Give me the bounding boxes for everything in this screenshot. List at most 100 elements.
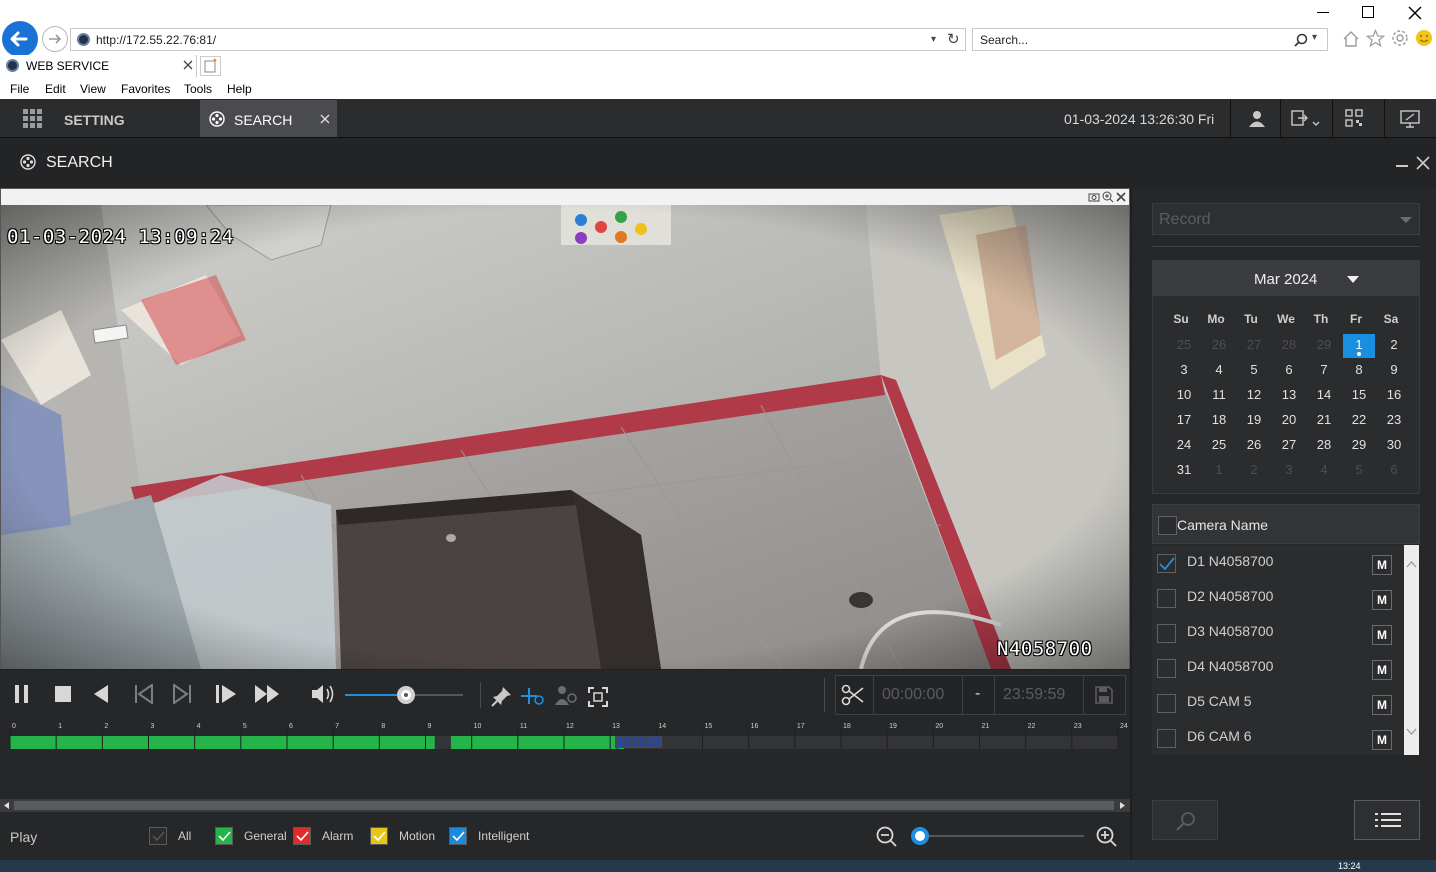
play-backward-icon[interactable] (91, 684, 111, 704)
chevron-down-icon[interactable] (1406, 728, 1417, 735)
menu-help[interactable]: Help (227, 82, 252, 96)
camera-checkbox[interactable] (1157, 624, 1176, 643)
save-icon[interactable] (1094, 685, 1114, 705)
legend-alarm-checkbox[interactable] (293, 827, 311, 845)
next-frame-icon[interactable] (171, 684, 193, 704)
fast-forward-icon[interactable] (254, 684, 282, 704)
stop-icon[interactable] (53, 684, 73, 704)
calendar-day[interactable]: 14 (1308, 384, 1340, 408)
calendar-day[interactable]: 10 (1168, 384, 1200, 408)
address-dropdown-icon[interactable]: ▾ (931, 34, 936, 45)
calendar-day[interactable]: 24 (1168, 434, 1200, 458)
clip-end-field[interactable]: 23:59:59 (994, 675, 1084, 715)
calendar-day[interactable]: 25 (1168, 334, 1200, 358)
camera-row[interactable]: D3 N4058700 M (1152, 615, 1404, 650)
camera-list-scrollbar[interactable] (1404, 545, 1419, 755)
close-video-icon[interactable] (1116, 192, 1126, 202)
calendar-day[interactable]: 8 (1343, 359, 1375, 383)
calendar-day[interactable]: 18 (1203, 409, 1235, 433)
select-all-checkbox[interactable] (1158, 516, 1177, 535)
calendar-header[interactable]: Mar 2024 (1153, 261, 1419, 296)
pin-icon[interactable] (491, 685, 513, 707)
prev-frame-icon[interactable] (133, 684, 155, 704)
home-icon[interactable] (1342, 30, 1360, 48)
calendar-day[interactable]: 3 (1168, 359, 1200, 383)
smart-search-button[interactable] (1152, 800, 1218, 840)
search-dropdown-icon[interactable]: ▾ (1312, 32, 1317, 43)
scissors-icon[interactable] (841, 684, 865, 706)
search-icon[interactable] (1293, 32, 1309, 48)
calendar-day[interactable]: 1 (1203, 459, 1235, 483)
menu-view[interactable]: View (80, 82, 106, 96)
camera-row[interactable]: D2 N4058700 M (1152, 580, 1404, 615)
snapshot-icon[interactable] (1088, 191, 1100, 203)
stream-mode-button[interactable]: M (1372, 660, 1392, 680)
stream-mode-button[interactable]: M (1372, 590, 1392, 610)
zoom-in-icon[interactable] (1096, 826, 1118, 848)
legend-general-checkbox[interactable] (215, 827, 233, 845)
tab-close-icon[interactable] (183, 60, 193, 70)
timeline-scrollbar[interactable] (0, 799, 1130, 812)
calendar-day[interactable]: 27 (1238, 334, 1270, 358)
calendar-day[interactable]: 30 (1378, 434, 1410, 458)
legend-all-checkbox[interactable] (149, 827, 167, 845)
calendar-day[interactable]: 27 (1273, 434, 1305, 458)
calendar-day[interactable]: 7 (1308, 359, 1340, 383)
logout-icon[interactable] (1290, 109, 1322, 129)
recorded-segment[interactable] (10, 736, 435, 749)
calendar-day[interactable]: 12 (1238, 384, 1270, 408)
camera-checkbox[interactable] (1157, 729, 1176, 748)
forward-button[interactable] (42, 26, 68, 52)
close-icon[interactable] (1416, 156, 1430, 170)
setting-tab[interactable]: SETTING (64, 112, 125, 128)
recorded-segment[interactable] (450, 736, 625, 749)
new-tab-button[interactable] (200, 56, 221, 76)
smart-search-icon[interactable] (519, 685, 547, 707)
calendar-day[interactable]: 22 (1343, 409, 1375, 433)
calendar-day[interactable]: 5 (1238, 359, 1270, 383)
stream-mode-button[interactable]: M (1372, 555, 1392, 575)
timeline-zoom-slider[interactable] (911, 827, 1084, 845)
list-view-button[interactable] (1354, 800, 1420, 840)
minimize-panel-button[interactable] (1396, 165, 1408, 167)
person-search-icon[interactable] (553, 685, 579, 707)
pause-icon[interactable] (12, 684, 32, 704)
record-type-select[interactable]: Record (1152, 203, 1420, 235)
timeline[interactable]: 0 1 2 3 4 5 6 7 8 9 10 11 12 13 14 15 16 17 18 19 20 21 22 23 24… (0, 720, 1130, 800)
calendar-day-selected[interactable]: 1 (1343, 334, 1375, 358)
calendar-day[interactable]: 21 (1308, 409, 1340, 433)
calendar-day[interactable]: 29 (1343, 434, 1375, 458)
calendar-day[interactable]: 26 (1238, 434, 1270, 458)
refresh-icon[interactable]: ↻ (947, 30, 960, 48)
camera-row[interactable]: D4 N4058700 M (1152, 650, 1404, 685)
camera-checkbox[interactable] (1157, 589, 1176, 608)
camera-checkbox[interactable] (1157, 694, 1176, 713)
calendar-day[interactable]: 17 (1168, 409, 1200, 433)
camera-checkbox[interactable] (1157, 659, 1176, 678)
stream-mode-button[interactable]: M (1372, 730, 1392, 750)
legend-intelligent-checkbox[interactable] (449, 827, 467, 845)
menu-file[interactable]: File (10, 82, 29, 96)
calendar-day[interactable]: 29 (1308, 334, 1340, 358)
calendar-day[interactable]: 23 (1378, 409, 1410, 433)
grid-menu-icon[interactable] (23, 109, 43, 129)
scroll-thumb[interactable] (14, 801, 1114, 810)
volume-slider[interactable] (345, 686, 463, 704)
calendar-day[interactable]: 28 (1308, 434, 1340, 458)
chevron-up-icon[interactable] (1406, 561, 1417, 568)
slow-play-icon[interactable] (214, 684, 238, 704)
smiley-icon[interactable] (1415, 29, 1433, 47)
calendar-day[interactable]: 28 (1273, 334, 1305, 358)
favorites-star-icon[interactable] (1366, 29, 1385, 48)
stream-mode-button[interactable]: M (1372, 695, 1392, 715)
zoom-out-icon[interactable] (876, 826, 898, 848)
tab-search[interactable]: SEARCH (200, 100, 337, 137)
calendar-day[interactable]: 20 (1273, 409, 1305, 433)
timeline-graph[interactable]: 0 1 2 3 4 5 6 7 8 9 10 11 12 13 14 15 16 17 18 19 20 21 22 23 24 (0, 720, 1130, 800)
calendar-day[interactable]: 11 (1203, 384, 1235, 408)
calendar-day[interactable]: 19 (1238, 409, 1270, 433)
gear-icon[interactable] (1391, 29, 1409, 47)
calendar-day[interactable]: 15 (1343, 384, 1375, 408)
window-restore-button[interactable] (1362, 6, 1374, 18)
scroll-right-icon[interactable] (1118, 801, 1127, 810)
